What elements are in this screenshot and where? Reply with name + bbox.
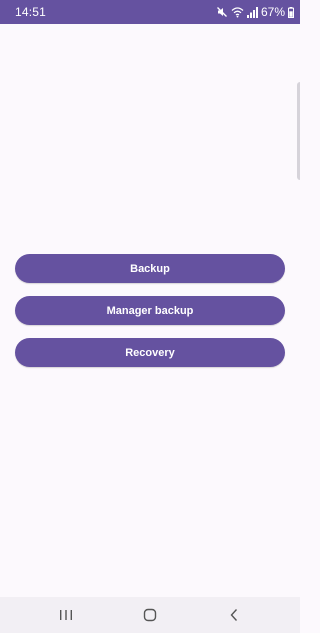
home-icon[interactable]: [140, 605, 160, 625]
recent-apps-icon[interactable]: [56, 605, 76, 625]
recovery-button[interactable]: Recovery: [15, 338, 285, 367]
edge-panel-handle[interactable]: [297, 82, 300, 180]
mute-icon: [216, 6, 228, 18]
status-bar: 14:51 67%: [0, 0, 300, 24]
wifi-icon: [231, 6, 244, 18]
app-screen: 14:51 67% Backup Manager backup Recovery: [0, 0, 300, 633]
backup-button[interactable]: Backup: [15, 254, 285, 283]
battery-percent: 67%: [260, 5, 285, 19]
navigation-bar: [0, 597, 300, 633]
battery-icon: [288, 6, 294, 18]
signal-icon: [246, 6, 258, 18]
manager-backup-button[interactable]: Manager backup: [15, 296, 285, 325]
back-icon[interactable]: [224, 605, 244, 625]
status-time: 14:51: [15, 5, 47, 19]
status-icons: 67%: [216, 4, 294, 20]
